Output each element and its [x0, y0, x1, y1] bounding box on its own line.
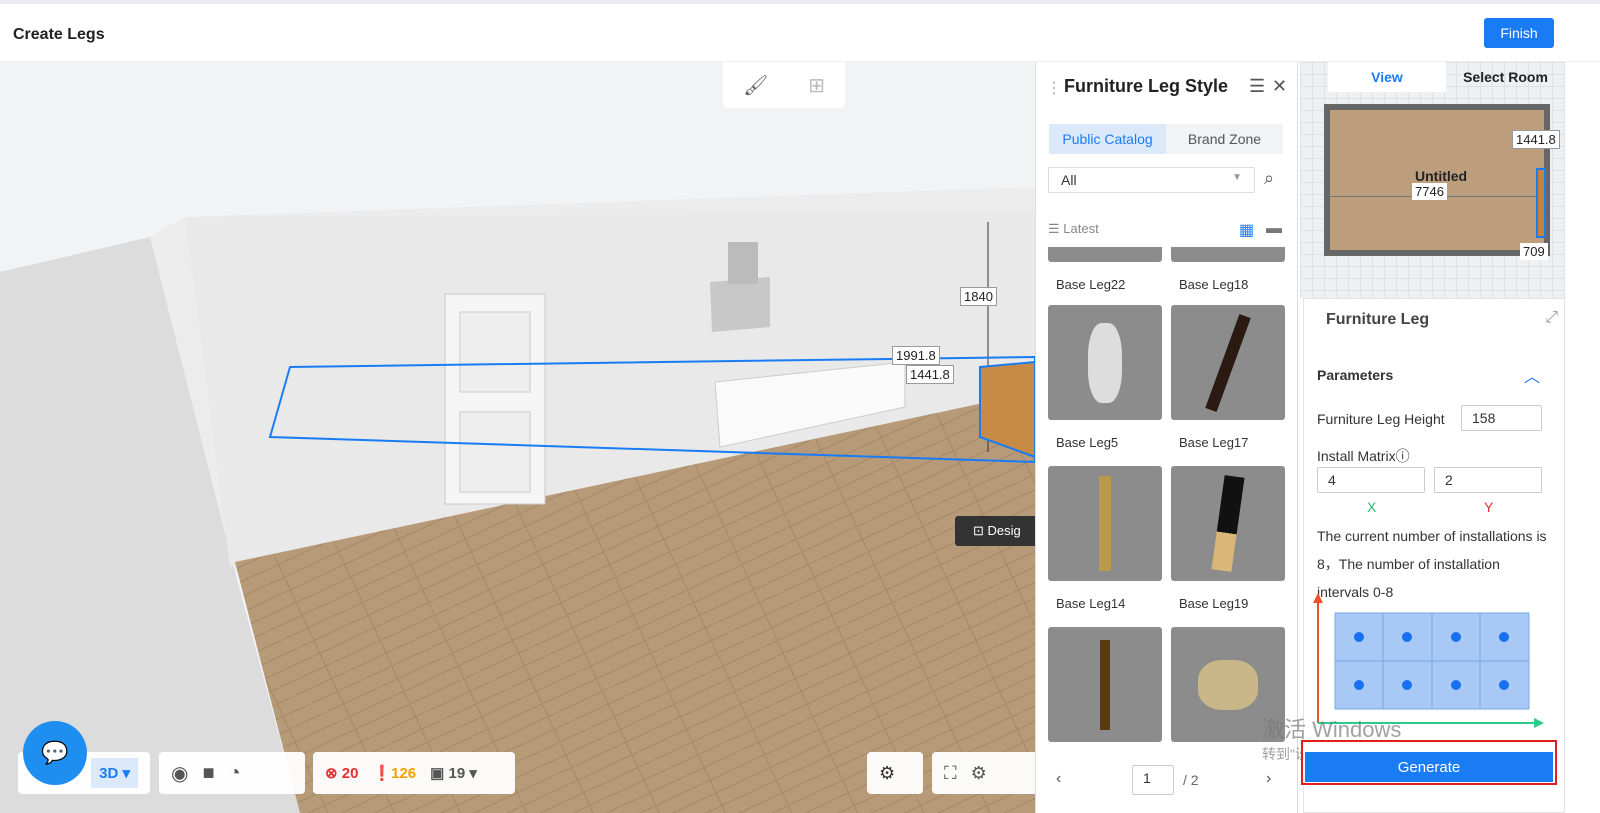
furniture-leg-style-panel: ⋮ Furniture Leg Style ☰ ✕ Public Catalog… — [1035, 62, 1298, 813]
matrix-x-input[interactable]: 4 — [1317, 467, 1425, 493]
top-toolbar: 🖌 ⊞ — [723, 62, 845, 108]
matrix-y-input[interactable]: 2 — [1434, 467, 1542, 493]
expand-icon[interactable]: ⤢ — [1545, 309, 1558, 327]
filter-list-icon[interactable]: ☰ — [1249, 76, 1265, 97]
generate-highlight: Generate — [1301, 740, 1557, 785]
tab-brand-zone[interactable]: Brand Zone — [1166, 124, 1283, 154]
view-mode-dropdown[interactable]: 3D ▾ — [91, 758, 138, 788]
y-axis-label: Y — [1484, 499, 1494, 515]
dimension-depth: 1441.8 — [906, 365, 954, 384]
capture-settings-icon[interactable]: ⚙ — [971, 763, 987, 784]
close-icon[interactable]: ✕ — [1272, 76, 1287, 97]
dimension-width: 1991.8 — [892, 346, 940, 365]
matrix-label-text: Install Matrix — [1317, 448, 1396, 464]
x-axis-label: X — [1367, 499, 1377, 515]
leg-grid: Base Leg22 Base Leg18 Base Leg5 Base Leg… — [1036, 247, 1299, 777]
warning-icon: ❗ — [372, 765, 392, 782]
category-select[interactable]: All ▼ — [1048, 167, 1255, 193]
room-plan: Untitled — [1324, 104, 1550, 256]
issue-counters[interactable]: ⊗ 20 ❗126 ▣ 19 ▾ — [313, 752, 515, 794]
leg-label: Base Leg18 — [1179, 277, 1249, 292]
minimap-dim: 709 — [1520, 243, 1548, 260]
leg-card[interactable] — [1048, 627, 1162, 742]
help-icon[interactable]: ⓘ — [1396, 448, 1410, 464]
matrix-label: Install Matrixⓘ — [1317, 446, 1410, 466]
minimap-dim: 7746 — [1412, 183, 1447, 200]
finish-button[interactable]: Finish — [1484, 18, 1554, 48]
generate-button[interactable]: Generate — [1305, 752, 1553, 782]
item-value: 19 — [448, 765, 466, 782]
panel-title: Furniture Leg Style — [1064, 76, 1229, 96]
view-tools: ◉ ■ ◔ — [159, 752, 305, 794]
leg-label: Base Leg22 — [1056, 277, 1126, 292]
next-page-icon[interactable]: › — [1266, 770, 1271, 788]
chat-icon[interactable]: 💬 — [23, 721, 87, 785]
warning-count: ❗126 — [372, 764, 416, 782]
minimap-dim: 1441.8 — [1512, 130, 1560, 149]
error-icon: ⊗ — [325, 765, 338, 782]
leg-label: Base Leg5 — [1056, 435, 1119, 450]
leg-panel-title: Furniture Leg — [1326, 311, 1430, 328]
view-mode-label: 3D — [99, 765, 119, 782]
leg-card[interactable]: Base Leg14 — [1048, 466, 1162, 611]
item-count: ▣ 19 ▾ — [430, 765, 477, 782]
sort-dropdown[interactable]: ☰ Latest — [1048, 221, 1099, 237]
error-count: ⊗ 20 — [325, 764, 358, 782]
collapse-icon[interactable]: ︿ — [1524, 363, 1540, 387]
add-frame-icon[interactable]: ⊞ — [808, 73, 825, 98]
minimap[interactable]: View Select Room Untitled 1441.8 7746 70… — [1300, 62, 1565, 298]
leg-card[interactable]: Base Leg22 — [1048, 247, 1162, 292]
tab-view[interactable]: View — [1328, 62, 1446, 92]
drag-handle-icon[interactable]: ⋮ — [1046, 78, 1062, 98]
height-input[interactable]: 158 — [1461, 405, 1542, 431]
design-button[interactable]: ⊡ Desig — [955, 516, 1035, 546]
matrix-preview — [1313, 593, 1544, 728]
capture-icon[interactable]: ⛶ — [944, 763, 957, 784]
item-icon: ▣ — [430, 765, 445, 782]
leg-card[interactable]: Base Leg17 — [1171, 305, 1285, 450]
design-label: Desig — [987, 523, 1021, 538]
page-title: Create Legs — [13, 26, 105, 43]
room-name: Untitled — [1415, 168, 1468, 184]
category-value: All — [1061, 172, 1077, 188]
3d-viewport[interactable]: 1840 1991.8 1441.8 ⊡ Desig 🖌 ⊞ 💬 3D ▾ ◉ ■ ◔… — [0, 62, 1035, 813]
search-icon[interactable]: ⌕ — [1264, 168, 1274, 189]
gauge-icon[interactable]: ◔ — [229, 762, 241, 785]
tab-public-catalog[interactable]: Public Catalog — [1049, 124, 1166, 154]
paint-bucket-icon[interactable]: 🖌 — [743, 73, 768, 98]
height-label: Furniture Leg Height — [1317, 411, 1445, 427]
header: Create Legs Finish — [0, 0, 1600, 62]
leg-label: Base Leg14 — [1056, 596, 1126, 611]
warning-value: 126 — [391, 765, 417, 782]
catalog-tabs: Public Catalog Brand Zone — [1049, 124, 1283, 154]
leg-card[interactable]: Base Leg5 — [1048, 305, 1162, 450]
leg-card[interactable]: Base Leg19 — [1171, 466, 1285, 611]
dimension-height: 1840 — [960, 287, 997, 306]
scene — [0, 62, 1035, 813]
leg-label: Base Leg17 — [1179, 435, 1249, 450]
cube-icon[interactable]: ■ — [202, 762, 214, 785]
grid-view-icon[interactable]: ▦ — [1239, 220, 1254, 240]
leg-label: Base Leg19 — [1179, 596, 1249, 611]
sort-label: Latest — [1063, 221, 1099, 236]
tab-select-room[interactable]: Select Room — [1446, 62, 1565, 92]
page-input[interactable]: 1 — [1132, 765, 1174, 795]
toggle-icon: ⚙ — [879, 762, 896, 783]
error-value: 20 — [341, 765, 359, 782]
eye-icon[interactable]: ◉ — [171, 761, 188, 786]
total-pages: / 2 — [1183, 772, 1199, 788]
prev-page-icon[interactable]: ‹ — [1056, 770, 1061, 788]
capture-tools: ⛶ ⚙ — [932, 752, 1035, 794]
leg-card[interactable]: Base Leg18 — [1171, 247, 1285, 292]
toggle-button[interactable]: ⚙ — [867, 752, 923, 794]
folder-icon[interactable]: ▬ — [1266, 220, 1282, 238]
parameters-heading: Parameters — [1317, 367, 1394, 383]
